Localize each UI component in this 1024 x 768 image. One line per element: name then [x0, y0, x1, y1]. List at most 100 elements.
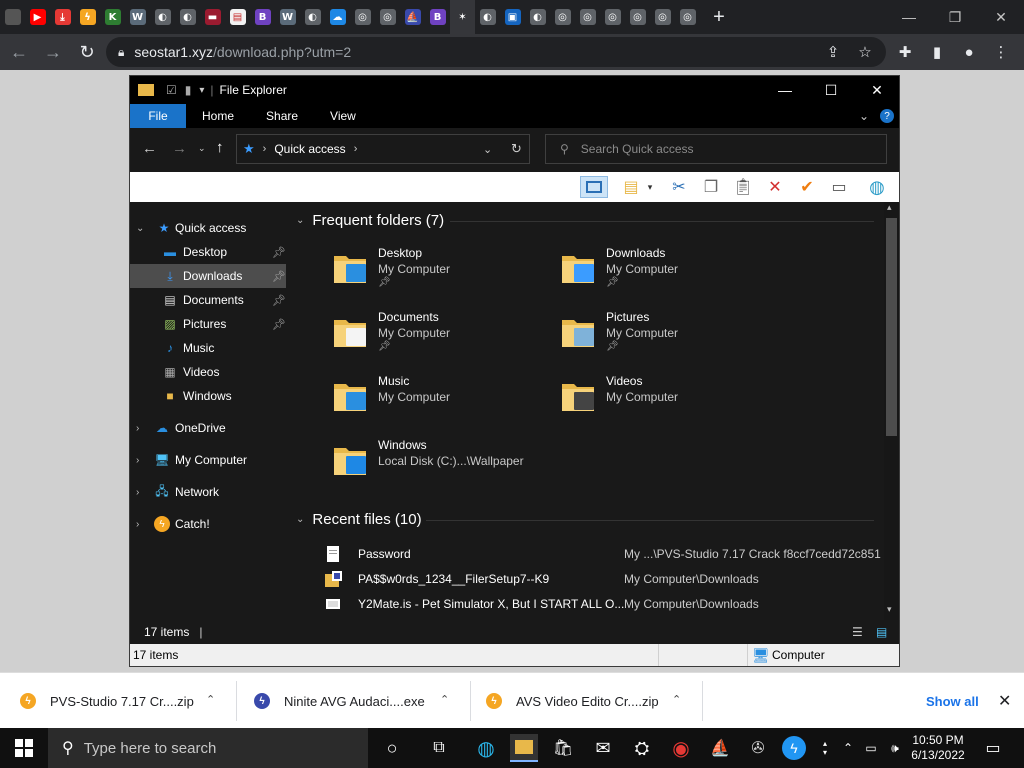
download-options-chevron-icon[interactable]: ⌃ — [440, 693, 449, 706]
browser-tab[interactable]: B — [250, 0, 275, 34]
show-all-button[interactable]: Show all — [926, 673, 979, 729]
large-icons-view-icon[interactable]: ▤ — [876, 625, 887, 639]
show-hidden-icons[interactable]: ⌃ — [838, 728, 858, 768]
minimize-icon[interactable]: — — [886, 0, 932, 34]
browser-tab[interactable]: ☁ — [325, 0, 350, 34]
taskbar-search[interactable]: ⚲ Type here to search — [48, 728, 368, 768]
delete-icon[interactable]: ✕ — [764, 176, 786, 198]
group-collapse-icon[interactable]: ⌄ — [296, 514, 304, 525]
sidebar-item-pictures[interactable]: ▨ Pictures 📌︎ — [130, 312, 286, 336]
folder-tile[interactable]: Windows Local Disk (C:)...\Wallpaper — [332, 438, 552, 498]
close-icon[interactable]: ✕ — [978, 0, 1024, 34]
close-shelf-icon[interactable]: ✕ — [998, 673, 1011, 729]
paste-icon[interactable]: 📋︎ — [732, 176, 754, 198]
notifications-icon[interactable]: ▭ — [978, 728, 1008, 768]
volume-icon[interactable]: 🕪︎ — [884, 728, 906, 768]
lightning-app-icon[interactable]: ϟ — [782, 736, 806, 760]
recent-locations-icon[interactable]: ⌄ — [198, 143, 206, 154]
url-bar[interactable]: 🔒︎ seostar1.xyz/download.php?utm=2 — [106, 37, 886, 67]
scroll-up-icon[interactable]: ▴ — [887, 202, 892, 213]
browser-tab[interactable]: ◐ — [175, 0, 200, 34]
browser-tab[interactable]: ◎ — [625, 0, 650, 34]
forward-icon[interactable]: → — [38, 37, 68, 67]
checkmark-icon[interactable]: ✔ — [796, 176, 818, 198]
browser-tab[interactable]: ⛵ — [400, 0, 425, 34]
pin-icon[interactable]: 📌︎ — [378, 277, 391, 288]
help-icon[interactable]: ? — [880, 109, 894, 123]
folder-tile[interactable]: Pictures My Computer 📌︎ — [560, 310, 780, 370]
task-view-icon[interactable]: ⧉ — [425, 734, 453, 762]
search-box[interactable]: ⚲ Search Quick access — [545, 134, 887, 164]
recent-file-row[interactable]: PA$$w0rds_1234__FilerSetup7--K9 My Comput… — [324, 567, 884, 591]
explorer-minimize-icon[interactable]: — — [762, 76, 808, 104]
nav-network[interactable]: › 🖧︎ Network — [130, 480, 286, 504]
browser-tab[interactable]: ◐ — [300, 0, 325, 34]
store-icon[interactable]: 🛍︎ — [549, 734, 577, 762]
gamepad-icon[interactable]: ⛭ — [628, 734, 656, 762]
expanded-chevron-icon[interactable]: ⌄ — [136, 223, 144, 234]
network-tray-icon[interactable]: ▭ — [860, 728, 882, 768]
download-options-chevron-icon[interactable]: ⌃ — [672, 693, 681, 706]
menu-icon[interactable]: ⋮ — [986, 36, 1016, 68]
browser-tab[interactable]: ▬ — [200, 0, 225, 34]
browser-tab[interactable]: W — [125, 0, 150, 34]
restore-icon[interactable]: ❐ — [932, 0, 978, 34]
pin-icon[interactable]: 📌︎ — [606, 277, 619, 288]
extensions-icon[interactable]: ✚ — [890, 36, 920, 68]
scroll-down-icon[interactable]: ▾ — [887, 604, 892, 615]
download-options-chevron-icon[interactable]: ⌃ — [206, 693, 215, 706]
browser-tab[interactable]: ◎ — [675, 0, 700, 34]
browser-tab[interactable]: ◎ — [575, 0, 600, 34]
forward-arrow-icon[interactable]: → — [172, 140, 187, 157]
recent-files-header[interactable]: ⌄ Recent files (10) — [296, 511, 422, 528]
new-item-dropdown-icon[interactable]: ▾ — [644, 176, 656, 198]
sidebar-item-music[interactable]: ♪ Music — [130, 336, 286, 360]
browser-tab[interactable]: ◎ — [650, 0, 675, 34]
rename-icon[interactable]: ▭ — [828, 176, 850, 198]
quick-toolbar-dropdown-icon[interactable]: ▾ — [199, 85, 204, 96]
new-tab-icon[interactable]: + — [704, 0, 734, 34]
pin-icon[interactable]: 📌︎ — [378, 341, 391, 352]
chrome-icon[interactable]: ◉ — [667, 734, 695, 762]
browser-tab[interactable]: ◎ — [375, 0, 400, 34]
reload-icon[interactable]: ↻ — [72, 37, 102, 67]
folder-tile[interactable]: Downloads My Computer 📌︎ — [560, 246, 780, 306]
back-icon[interactable]: ← — [4, 37, 34, 67]
nav-catch[interactable]: › ϟ Catch! — [130, 512, 286, 536]
file-explorer-taskbar-icon[interactable] — [510, 734, 538, 762]
browser-tab[interactable]: ▤ — [225, 0, 250, 34]
browser-tab[interactable] — [0, 0, 25, 34]
pin-icon[interactable]: 📌︎ — [272, 270, 286, 283]
edge-icon[interactable]: ◍ — [472, 734, 500, 762]
new-folder-icon[interactable]: ▮ — [185, 83, 192, 97]
recent-file-row[interactable]: Password My ...\PVS-Studio 7.17 Crack f8c… — [324, 542, 884, 566]
bookmark-star-icon[interactable]: ☆ — [850, 36, 880, 68]
preview-pane-icon[interactable] — [580, 176, 608, 198]
explorer-close-icon[interactable]: ✕ — [854, 76, 900, 104]
download-item[interactable]: ϟ AVS Video Edito Cr....zip — [486, 673, 659, 729]
download-item[interactable]: ϟ PVS-Studio 7.17 Cr....zip — [20, 673, 194, 729]
share-icon[interactable]: ⇪ — [818, 36, 848, 68]
start-button[interactable] — [0, 728, 48, 768]
nav-my-computer[interactable]: › 🖥︎ My Computer — [130, 448, 286, 472]
avs-app-icon[interactable]: ✇ — [744, 734, 772, 762]
pin-icon[interactable]: 📌︎ — [272, 294, 286, 307]
tab-share[interactable]: Share — [250, 104, 314, 128]
sidebar-item-desktop[interactable]: ▬ Desktop 📌︎ — [130, 240, 286, 264]
browser-tab[interactable]: ϟ — [75, 0, 100, 34]
side-panel-icon[interactable]: ▮ — [922, 36, 952, 68]
breadcrumb-separator-icon[interactable]: › — [263, 143, 267, 155]
pin-icon[interactable]: 📌︎ — [272, 318, 286, 331]
address-dropdown-icon[interactable]: ⌄ — [483, 143, 492, 156]
cut-icon[interactable]: ✂ — [668, 176, 690, 198]
properties-icon[interactable]: ☑ — [166, 83, 177, 97]
back-arrow-icon[interactable]: ← — [142, 140, 157, 157]
browser-tab[interactable]: ▣ — [500, 0, 525, 34]
ribbon-expand-icon[interactable]: ⌄ — [859, 109, 869, 123]
explorer-maximize-icon[interactable]: ☐ — [808, 76, 854, 104]
lock-icon[interactable]: 🔒︎ — [118, 45, 124, 60]
tab-file[interactable]: File — [130, 104, 186, 128]
breadcrumb-chevron-icon[interactable]: › — [354, 143, 358, 155]
taskbar-scroll-icon[interactable]: ▴ ▾ — [818, 728, 832, 768]
group-collapse-icon[interactable]: ⌄ — [296, 215, 304, 226]
